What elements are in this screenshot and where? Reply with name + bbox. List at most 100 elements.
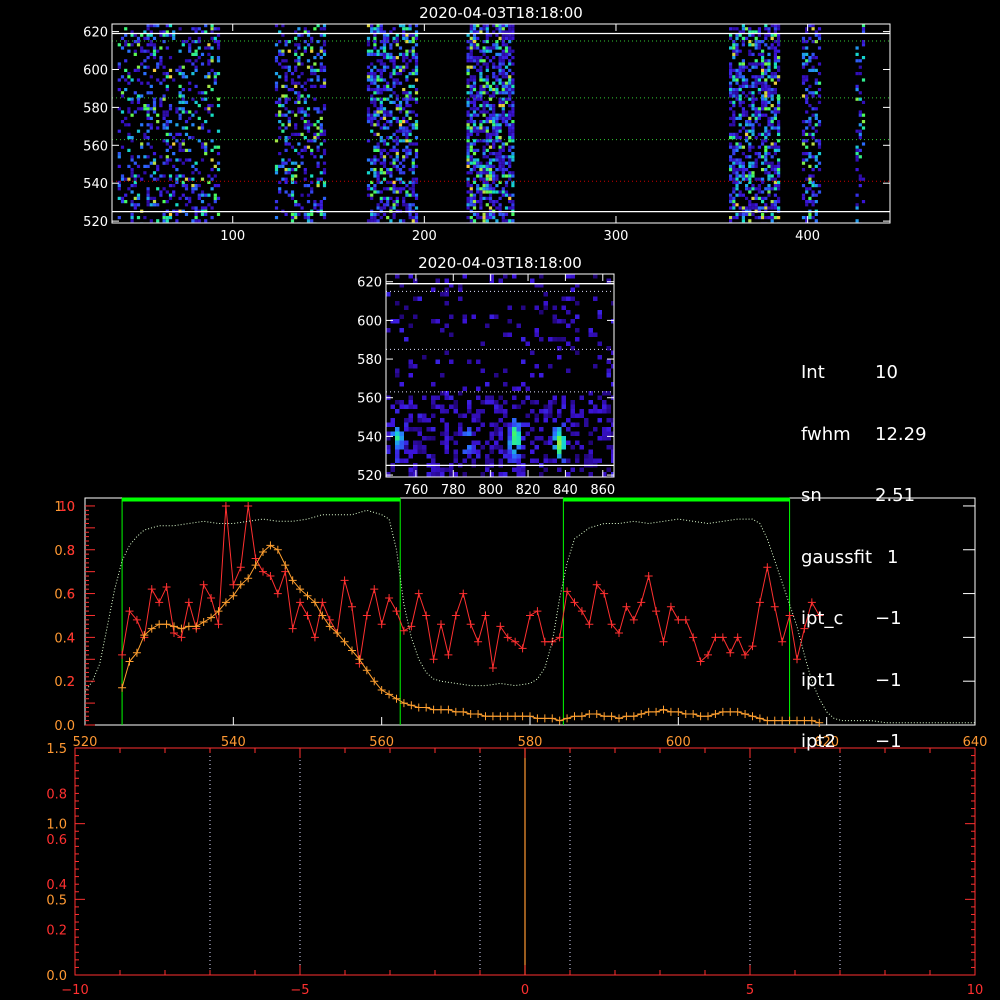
point-red-46: [459, 589, 468, 598]
point-orange-54: [518, 712, 527, 721]
series-orange-line: [121, 544, 820, 724]
series-orange-markers: [118, 541, 824, 727]
top-cells: [117, 24, 866, 223]
point-red-52: [503, 633, 512, 642]
point-orange-36: [385, 690, 394, 699]
fit-info-panel: Int 10 fwhm 12.29 sn 2.51 gaussfit 1 ipt_c −1…: [801, 322, 927, 773]
point-red-11: [199, 580, 208, 589]
top-band-5: [801, 24, 822, 223]
point-red-77: [689, 633, 698, 642]
point-red-41: [422, 611, 431, 620]
point-red-12: [207, 593, 216, 602]
middle-heatmap-panel: 760 780 800 820 840 860 520 540 560 580 600 620 2020…: [357, 254, 615, 498]
top-ytick-label-2: 560: [83, 139, 108, 154]
point-red-71: [644, 572, 653, 581]
point-orange-68: [622, 712, 631, 721]
point-orange-57: [540, 714, 549, 723]
point-red-88: [770, 602, 779, 611]
point-orange-59: [555, 716, 564, 725]
spectrum-ytick-orange-0: 0.0: [54, 719, 75, 734]
point-red-8: [177, 633, 186, 642]
point-red-81: [718, 633, 727, 642]
point-red-50: [488, 664, 497, 673]
point-red-9: [184, 598, 193, 607]
point-red-31: [348, 602, 356, 611]
point-orange-70: [637, 710, 646, 719]
point-red-14: [221, 501, 230, 510]
point-orange-66: [607, 712, 616, 721]
point-orange-6: [162, 620, 171, 629]
point-orange-74: [666, 707, 675, 716]
point-red-24: [296, 598, 305, 607]
point-red-49: [481, 611, 490, 620]
point-red-90: [785, 611, 794, 620]
point-orange-82: [726, 707, 735, 716]
spectrum-ytick-red-0: 2: [67, 675, 75, 690]
point-orange-48: [474, 710, 483, 719]
point-red-48: [474, 637, 483, 646]
point-red-38: [399, 626, 408, 635]
point-orange-5: [155, 620, 164, 629]
point-orange-0: [118, 683, 127, 692]
point-red-17: [244, 501, 253, 510]
lower-xtick-label-3: 5: [746, 983, 754, 998]
middle-xtick-label-1: 780: [441, 483, 466, 498]
point-orange-33: [362, 666, 371, 675]
point-red-5: [155, 598, 164, 607]
point-orange-90: [785, 716, 794, 725]
top-band-4: [729, 24, 781, 223]
middle-ytick-label-3: 580: [357, 353, 382, 368]
info-row-ipt1: ipt1 −1: [801, 669, 902, 691]
point-red-35: [377, 620, 386, 629]
top-band-1: [274, 24, 327, 223]
lower-ytick-orange-1: 0.5: [46, 893, 67, 908]
middle-ytick-label-5: 620: [357, 276, 382, 291]
point-red-51: [496, 622, 505, 631]
point-red-27: [318, 598, 327, 607]
top-band-2: [366, 24, 419, 223]
point-orange-58: [548, 714, 557, 723]
point-orange-43: [437, 705, 445, 714]
middle-xtick-label-0: 760: [403, 483, 428, 498]
point-red-60: [563, 587, 572, 596]
point-orange-87: [763, 716, 772, 725]
spectrum-ytick-red-3: 8: [67, 544, 75, 559]
spectrum-ytick-red-2: 6: [67, 588, 75, 603]
point-red-44: [444, 650, 453, 659]
point-red-0: [118, 650, 127, 659]
point-orange-80: [711, 710, 720, 719]
lower-ytick-orange-3: 1.5: [46, 742, 67, 757]
info-row-fwhm: fwhm 12.29: [801, 423, 927, 445]
point-orange-53: [511, 712, 520, 721]
point-orange-65: [600, 712, 609, 721]
top-ytick-label-4: 600: [83, 63, 108, 78]
point-orange-37: [392, 694, 401, 703]
point-orange-44: [444, 705, 453, 714]
info-row-ipt2: ipt2 −1: [801, 731, 902, 752]
point-red-73: [659, 637, 668, 646]
spectrum-ytick-red-1: 4: [67, 631, 75, 646]
lower-ytick-red-3: 0.8: [46, 787, 67, 802]
top-ytick-label-0: 520: [83, 215, 108, 230]
point-orange-86: [755, 714, 764, 723]
top-band-3: [466, 24, 515, 223]
point-orange-38: [399, 699, 408, 708]
middle-ytick-label-4: 600: [357, 314, 382, 329]
point-orange-71: [644, 707, 653, 716]
point-red-20: [266, 572, 275, 581]
point-red-75: [674, 615, 683, 624]
top-title: 2020-04-03T18:18:00: [419, 4, 583, 22]
point-red-82: [726, 648, 735, 657]
point-orange-21: [273, 545, 282, 554]
point-red-19: [259, 567, 267, 576]
point-red-56: [533, 607, 542, 616]
point-orange-62: [577, 712, 586, 721]
point-red-47: [466, 620, 475, 629]
point-red-83: [733, 633, 742, 642]
point-red-25: [303, 611, 312, 620]
point-orange-9: [184, 622, 193, 631]
point-red-6: [162, 582, 171, 591]
point-red-30: [340, 576, 349, 585]
point-orange-27: [318, 611, 327, 620]
point-red-91: [793, 655, 801, 664]
